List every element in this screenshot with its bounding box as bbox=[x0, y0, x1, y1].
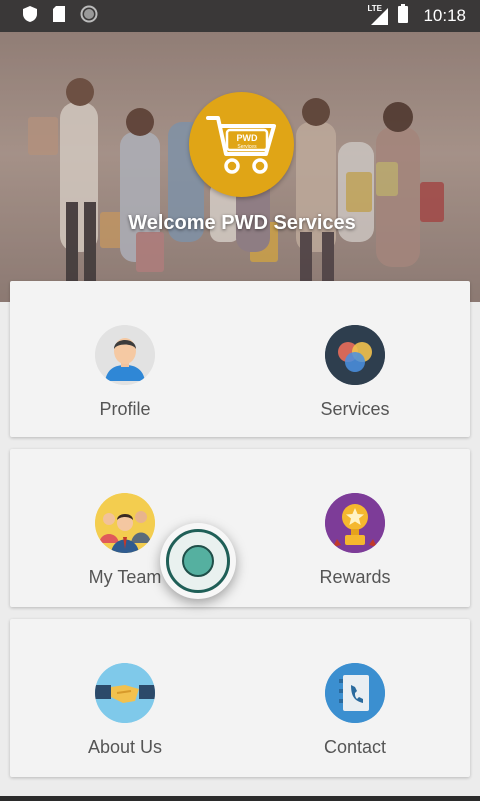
logo-text: PWD bbox=[236, 133, 257, 143]
menu-label-rewards: Rewards bbox=[319, 567, 391, 587]
menu-item-contact[interactable]: Contact bbox=[240, 619, 470, 769]
logo-subtext: Services bbox=[237, 144, 257, 150]
menu-label-services: Services bbox=[320, 399, 390, 419]
menu-label-profile: Profile bbox=[99, 399, 151, 419]
sync-circle-icon bbox=[80, 5, 98, 28]
menu-item-about-us[interactable]: About Us bbox=[10, 619, 240, 769]
status-right-icons: LTE 10:18 bbox=[367, 3, 466, 29]
bottom-edge bbox=[0, 796, 480, 801]
floating-action-button[interactable] bbox=[160, 523, 236, 599]
menu-label-contact: Contact bbox=[323, 737, 387, 757]
floating-action-circle-icon bbox=[166, 529, 230, 593]
menu-label-my-team: My Team bbox=[88, 567, 162, 587]
menu-item-rewards[interactable]: Rewards bbox=[240, 449, 470, 599]
sd-card-icon bbox=[52, 5, 66, 28]
shopping-cart-icon: PWD Services bbox=[205, 115, 276, 174]
app-logo: PWD Services bbox=[189, 92, 294, 197]
menu-item-profile[interactable]: Profile bbox=[10, 281, 240, 431]
shield-icon bbox=[22, 5, 38, 28]
fab-core bbox=[182, 545, 214, 577]
services-circles-icon bbox=[325, 325, 385, 385]
menu-label-about-us: About Us bbox=[87, 737, 163, 757]
handshake-icon bbox=[95, 663, 155, 723]
phone-book-icon bbox=[325, 663, 385, 723]
battery-icon bbox=[397, 3, 409, 29]
trophy-icon bbox=[325, 493, 385, 553]
status-bar: LTE 10:18 bbox=[0, 0, 480, 32]
clock: 10:18 bbox=[423, 6, 466, 25]
welcome-title: Welcome PWD Services bbox=[128, 212, 356, 234]
hero-banner: PWD Services Welcome PWD Services bbox=[0, 32, 480, 302]
signal-icon: LTE bbox=[367, 4, 389, 26]
status-left-icons bbox=[22, 5, 98, 28]
team-group-icon bbox=[95, 493, 155, 553]
menu-item-services[interactable]: Services bbox=[240, 281, 470, 431]
menu-grid: Profile Services My Team Rewards About U… bbox=[10, 281, 470, 778]
profile-avatar-icon bbox=[95, 325, 155, 385]
